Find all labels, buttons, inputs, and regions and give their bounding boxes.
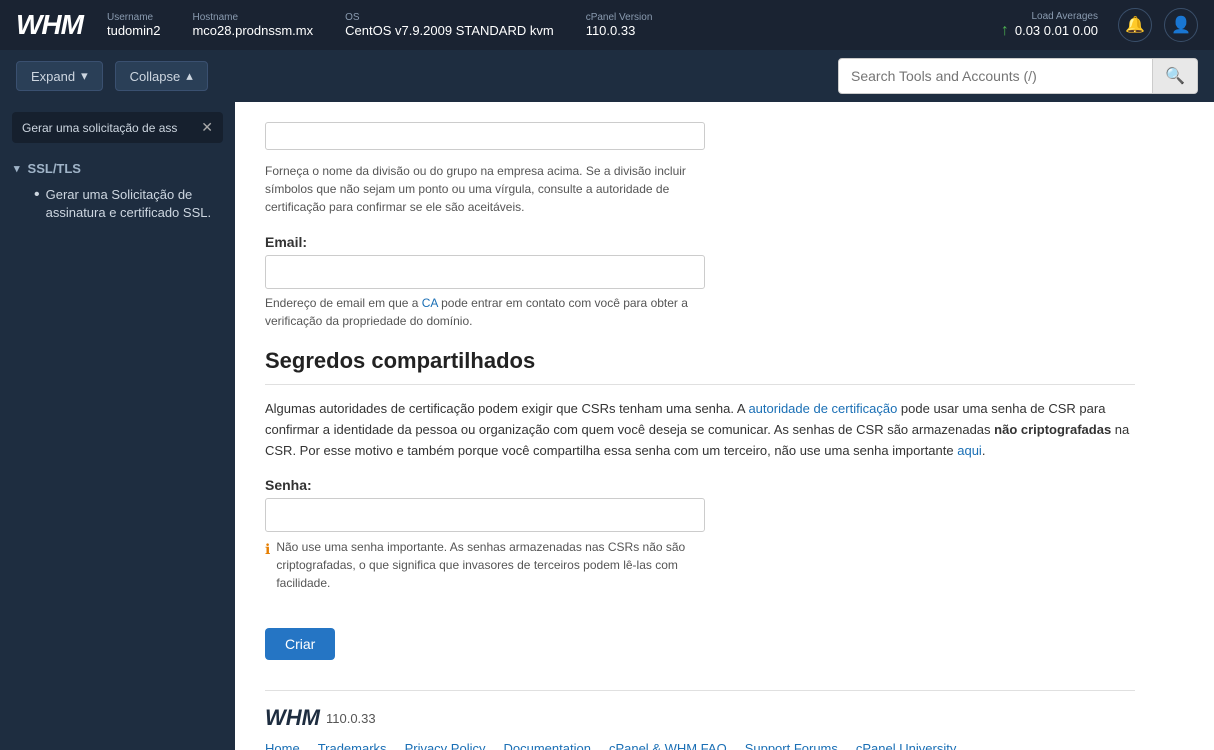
sidebar-section-arrow-icon: ▾ [14,162,20,175]
load-label: Load Averages [1031,11,1098,22]
topbar-info: Username tudomin2 Hostname mco28.prodnss… [107,12,1001,38]
email-label: Email: [265,234,1135,250]
sidebar-tag-label: Gerar uma solicitação de ass [22,121,177,135]
footer-logo: WHM 110.0.33 [265,705,1135,731]
whm-logo-text: WHM [16,9,83,40]
footer-link-trademarks[interactable]: Trademarks [318,741,387,750]
collapse-chevron-icon: ▴ [186,68,193,84]
sidebar-tag[interactable]: Gerar uma solicitação de ass ✕ [12,112,223,143]
main-layout: Gerar uma solicitação de ass ✕ ▾ SSL/TLS… [0,102,1214,750]
password-field-group: Senha: ℹ Não use uma senha importante. A… [265,477,1135,592]
footer-whm-logo-text: WHM [265,705,320,731]
footer: WHM 110.0.33 Home Trademarks Privacy Pol… [265,690,1135,750]
secondbar: Expand ▾ Collapse ▴ 🔍 [0,50,1214,102]
search-input[interactable] [839,61,1152,91]
hostname-label: Hostname [192,12,313,23]
aqui-link[interactable]: aqui [957,443,982,458]
hostname-value: mco28.prodnssm.mx [192,23,313,38]
expand-label: Expand [31,69,75,84]
footer-version: 110.0.33 [326,711,376,726]
cpanel-label: cPanel Version [586,12,653,23]
cpanel-value: 110.0.33 [586,23,653,38]
sidebar-item-ssl-csr[interactable]: • Gerar uma Solicitação de assinatura e … [14,182,221,226]
content-inner: Forneça o nome da divisão ou do grupo na… [235,102,1175,750]
footer-link-university[interactable]: cPanel University [856,741,956,750]
footer-link-documentation[interactable]: Documentation [503,741,590,750]
user-button[interactable]: 👤 [1164,8,1198,42]
sidebar-section-header[interactable]: ▾ SSL/TLS [14,161,221,176]
body-text-shared-secrets: Algumas autoridades de certificação pode… [265,399,1135,461]
sidebar: Gerar uma solicitação de ass ✕ ▾ SSL/TLS… [0,102,235,750]
password-input[interactable] [265,498,705,532]
section-heading-shared-secrets: Segredos compartilhados [265,348,1135,385]
collapse-button[interactable]: Collapse ▴ [115,61,208,91]
topbar-username: Username tudomin2 [107,12,160,38]
load-averages: Load Averages ↑ 0.03 0.01 0.00 [1001,11,1098,40]
password-label: Senha: [265,477,1135,493]
division-hint: Forneça o nome da divisão ou do grupo na… [265,162,705,216]
expand-button[interactable]: Expand ▾ [16,61,103,91]
footer-link-faq[interactable]: cPanel & WHM FAQ [609,741,727,750]
body-bold-text: não criptografadas [994,422,1111,437]
sidebar-section-label: SSL/TLS [28,161,81,176]
expand-chevron-icon: ▾ [81,68,88,84]
criar-button-label: Criar [285,636,315,652]
sidebar-item-label: Gerar uma Solicitação de assinatura e ce… [46,186,213,222]
whm-logo: WHM [16,9,83,41]
footer-link-home[interactable]: Home [265,741,300,750]
footer-link-support[interactable]: Support Forums [745,741,838,750]
footer-link-privacy[interactable]: Privacy Policy [405,741,486,750]
search-box: 🔍 [838,58,1198,94]
sidebar-section-ssl: ▾ SSL/TLS • Gerar uma Solicitação de ass… [0,153,235,230]
email-input[interactable] [265,255,705,289]
load-values-text: 0.03 0.01 0.00 [1015,23,1098,38]
topbar: WHM Username tudomin2 Hostname mco28.pro… [0,0,1214,50]
username-label: Username [107,12,160,23]
division-field-group: Forneça o nome da divisão ou do grupo na… [265,122,1135,216]
ca-link-2[interactable]: autoridade de certificação [748,401,897,416]
collapse-label: Collapse [130,69,181,84]
topbar-hostname: Hostname mco28.prodnssm.mx [192,12,313,38]
topbar-right: Load Averages ↑ 0.03 0.01 0.00 🔔 👤 [1001,8,1198,42]
division-input-partial [265,122,705,150]
notifications-button[interactable]: 🔔 [1118,8,1152,42]
load-arrow-icon: ↑ [1001,22,1009,40]
os-value: CentOS v7.9.2009 STANDARD kvm [345,23,554,38]
os-label: OS [345,12,554,23]
warning-icon: ℹ [265,539,270,560]
ca-link[interactable]: CA [422,296,438,310]
sidebar-tag-close-icon[interactable]: ✕ [201,119,213,136]
search-container: 🔍 [838,58,1198,94]
content-area: Forneça o nome da divisão ou do grupo na… [235,102,1214,750]
footer-links: Home Trademarks Privacy Policy Documenta… [265,741,1135,750]
search-button[interactable]: 🔍 [1152,59,1197,93]
email-hint: Endereço de email em que a CA pode entra… [265,294,705,330]
password-warning: ℹ Não use uma senha importante. As senha… [265,538,705,592]
topbar-os: OS CentOS v7.9.2009 STANDARD kvm [345,12,554,38]
email-field-group: Email: Endereço de email em que a CA pod… [265,234,1135,330]
search-icon: 🔍 [1165,68,1185,85]
password-warning-text: Não use uma senha importante. As senhas … [276,538,705,592]
sidebar-item-bullet-icon: • [34,187,40,203]
topbar-cpanel: cPanel Version 110.0.33 [586,12,653,38]
load-values: ↑ 0.03 0.01 0.00 [1001,22,1098,40]
criar-button[interactable]: Criar [265,628,335,660]
username-value: tudomin2 [107,23,160,38]
